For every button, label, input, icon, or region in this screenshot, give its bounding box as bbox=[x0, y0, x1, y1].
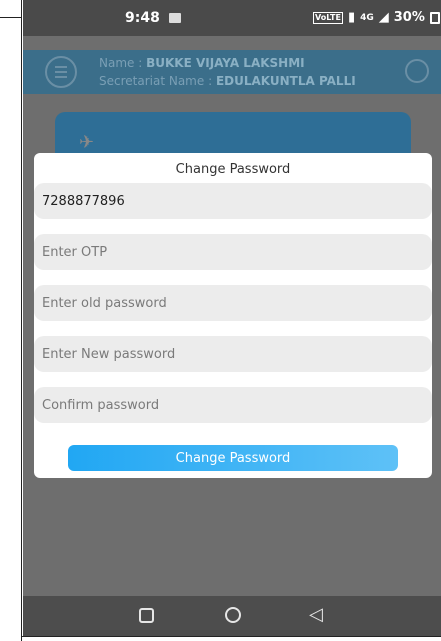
android-nav-bar: ◁ bbox=[23, 596, 441, 636]
confirm-password-input[interactable] bbox=[34, 387, 432, 423]
hamburger-menu-icon[interactable] bbox=[45, 56, 77, 88]
status-bar: 9:48 VoLTE ▮ 4G ◢ 30% bbox=[23, 0, 441, 36]
screenshot-frame-corner bbox=[0, 0, 22, 18]
battery-percent: 30% bbox=[393, 10, 425, 25]
logout-icon[interactable] bbox=[405, 59, 429, 83]
back-icon[interactable]: ◁ bbox=[309, 605, 323, 625]
status-indicators: VoLTE ▮ 4G ◢ 30% bbox=[313, 10, 440, 25]
vibrate-icon: ▮ bbox=[347, 10, 356, 25]
phone-screen: 9:48 VoLTE ▮ 4G ◢ 30% Name : BUKKE VIJAY… bbox=[23, 0, 441, 636]
old-password-input[interactable] bbox=[34, 285, 432, 321]
recent-apps-icon[interactable] bbox=[139, 608, 154, 623]
dialog-title: Change Password bbox=[175, 162, 291, 177]
user-name: BUKKE VIJAYA LAKSHMI bbox=[146, 56, 305, 70]
volte-icon: VoLTE bbox=[313, 11, 343, 24]
status-time: 9:48 bbox=[125, 10, 160, 26]
user-info: Name : BUKKE VIJAYA LAKSHMI Secretariat … bbox=[99, 54, 356, 90]
signal-4g-label: 4G bbox=[360, 12, 374, 23]
change-password-dialog: Change Password Change Password bbox=[34, 153, 432, 478]
battery-icon bbox=[429, 11, 440, 24]
signal-strength-icon: ◢ bbox=[378, 10, 389, 25]
mobile-number-field[interactable] bbox=[34, 183, 432, 219]
change-password-button[interactable]: Change Password bbox=[68, 445, 398, 471]
otp-input[interactable] bbox=[34, 234, 432, 270]
secretariat-label: Secretariat Name : bbox=[99, 74, 216, 88]
user-name-line: Name : BUKKE VIJAYA LAKSHMI bbox=[99, 54, 356, 72]
gallery-notification-icon bbox=[169, 13, 181, 23]
screenshot-frame-left bbox=[0, 0, 22, 641]
name-label: Name : bbox=[99, 56, 147, 70]
screenshot-frame-bottom bbox=[22, 636, 441, 641]
secretariat-line: Secretariat Name : EDULAKUNTLA PALLI bbox=[99, 72, 356, 90]
home-icon[interactable] bbox=[225, 607, 241, 623]
new-password-input[interactable] bbox=[34, 336, 432, 372]
app-header: Name : BUKKE VIJAYA LAKSHMI Secretariat … bbox=[23, 50, 441, 94]
satellite-icon: ✈ bbox=[79, 132, 95, 153]
secretariat-name: EDULAKUNTLA PALLI bbox=[215, 74, 356, 88]
